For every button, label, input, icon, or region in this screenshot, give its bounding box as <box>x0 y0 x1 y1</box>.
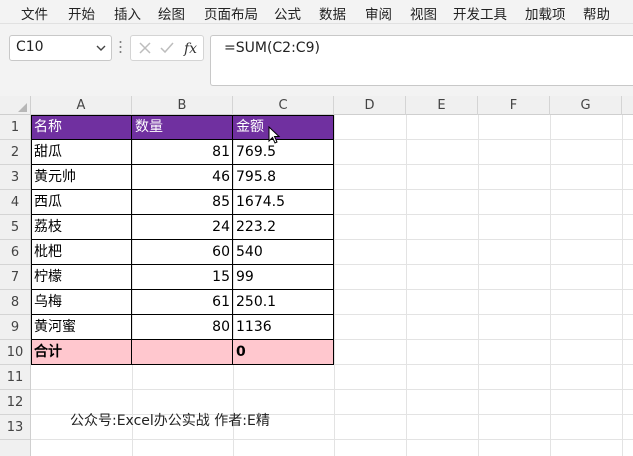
cell-b7[interactable]: 15 <box>132 265 233 290</box>
column-header-f[interactable]: F <box>478 96 550 115</box>
cell-a6[interactable]: 枇杷 <box>31 240 132 265</box>
formula-input[interactable]: =SUM(C2:C9) <box>210 35 633 86</box>
menu-file[interactable]: 文件 <box>21 3 48 23</box>
row-header-13[interactable]: 13 <box>0 415 30 440</box>
column-header-a[interactable]: A <box>31 96 132 115</box>
more-vertical-icon <box>119 41 122 53</box>
cell-c4[interactable]: 1674.5 <box>233 190 334 215</box>
cell-b3[interactable]: 46 <box>132 165 233 190</box>
cell-area[interactable]: 名称 数量 金额 甜瓜 81 769.5 黄元帅 46 795.8 西瓜 85 … <box>31 115 633 456</box>
cell-a5[interactable]: 荔枝 <box>31 215 132 240</box>
cell-b2[interactable]: 81 <box>132 140 233 165</box>
select-all-corner[interactable] <box>0 96 31 115</box>
row-header-6[interactable]: 6 <box>0 240 30 265</box>
cancel-icon[interactable] <box>137 39 153 57</box>
cell-a10[interactable]: 合计 <box>31 340 132 365</box>
svg-text:fx: fx <box>183 41 197 57</box>
cell-c5[interactable]: 223.2 <box>233 215 334 240</box>
column-header-c[interactable]: C <box>233 96 334 115</box>
menu-draw[interactable]: 绘图 <box>158 3 185 23</box>
cell-c3[interactable]: 795.8 <box>233 165 334 190</box>
menu-data[interactable]: 数据 <box>319 3 346 23</box>
name-box-value: C10 <box>16 39 44 55</box>
column-header-d[interactable]: D <box>334 96 406 115</box>
menu-formulas[interactable]: 公式 <box>274 3 301 23</box>
cell-c9[interactable]: 1136 <box>233 315 334 340</box>
column-header-g[interactable]: G <box>550 96 622 115</box>
cell-b6[interactable]: 60 <box>132 240 233 265</box>
cell-b9[interactable]: 80 <box>132 315 233 340</box>
menu-home[interactable]: 开始 <box>68 3 95 23</box>
menu-addins[interactable]: 加载项 <box>525 3 566 23</box>
formula-bar: C10 fx =SUM(C2:C9) <box>0 24 633 96</box>
enter-icon[interactable] <box>159 39 175 57</box>
cell-b10[interactable] <box>132 340 233 365</box>
row-headers: 1 2 3 4 5 6 7 8 9 10 11 12 13 <box>0 115 31 456</box>
row-header-5[interactable]: 5 <box>0 215 30 240</box>
cell-a9[interactable]: 黄河蜜 <box>31 315 132 340</box>
menu-insert[interactable]: 插入 <box>114 3 141 23</box>
cell-c6[interactable]: 540 <box>233 240 334 265</box>
cell-a2[interactable]: 甜瓜 <box>31 140 132 165</box>
row-header-7[interactable]: 7 <box>0 265 30 290</box>
row-header-1[interactable]: 1 <box>0 115 30 140</box>
row-header-4[interactable]: 4 <box>0 190 30 215</box>
cell-c2[interactable]: 769.5 <box>233 140 334 165</box>
cell-a1[interactable]: 名称 <box>31 115 132 140</box>
menu-developer[interactable]: 开发工具 <box>453 3 507 23</box>
spreadsheet-grid: A B C D E F G 1 2 3 4 5 6 7 8 9 10 11 12… <box>0 96 633 456</box>
cell-a4[interactable]: 西瓜 <box>31 190 132 215</box>
row-header-9[interactable]: 9 <box>0 315 30 340</box>
cell-b1[interactable]: 数量 <box>132 115 233 140</box>
formula-buttons: fx <box>130 35 204 61</box>
cell-c8[interactable]: 250.1 <box>233 290 334 315</box>
row-header-3[interactable]: 3 <box>0 165 30 190</box>
cell-c1[interactable]: 金额 <box>233 115 334 140</box>
fx-icon[interactable]: fx <box>183 39 201 57</box>
name-box[interactable]: C10 <box>9 35 112 61</box>
column-header-b[interactable]: B <box>132 96 233 115</box>
formula-text: =SUM(C2:C9) <box>224 40 320 56</box>
row-header-10[interactable]: 10 <box>0 340 30 365</box>
cell-c10[interactable]: 0 <box>233 340 334 365</box>
menu-view[interactable]: 视图 <box>410 3 437 23</box>
menu-review[interactable]: 审阅 <box>365 3 392 23</box>
watermark-note: 公众号:Excel办公实战 作者:E精 <box>70 413 270 429</box>
column-headers: A B C D E F G <box>0 96 633 115</box>
cell-b8[interactable]: 61 <box>132 290 233 315</box>
cell-a7[interactable]: 柠檬 <box>31 265 132 290</box>
row-header-8[interactable]: 8 <box>0 290 30 315</box>
row-header-2[interactable]: 2 <box>0 140 30 165</box>
mouse-cursor-icon <box>268 126 281 144</box>
cell-b4[interactable]: 85 <box>132 190 233 215</box>
ribbon-menu-bar: 文件 开始 插入 绘图 页面布局 公式 数据 审阅 视图 开发工具 加载项 帮助 <box>0 0 633 24</box>
cell-a8[interactable]: 乌梅 <box>31 290 132 315</box>
row-header-12[interactable]: 12 <box>0 390 30 415</box>
cell-c7[interactable]: 99 <box>233 265 334 290</box>
chevron-down-icon[interactable] <box>95 41 107 55</box>
menu-page-layout[interactable]: 页面布局 <box>204 3 258 23</box>
row-header-11[interactable]: 11 <box>0 365 30 390</box>
cell-b5[interactable]: 24 <box>132 215 233 240</box>
menu-help[interactable]: 帮助 <box>583 3 610 23</box>
column-header-e[interactable]: E <box>406 96 478 115</box>
cell-a3[interactable]: 黄元帅 <box>31 165 132 190</box>
